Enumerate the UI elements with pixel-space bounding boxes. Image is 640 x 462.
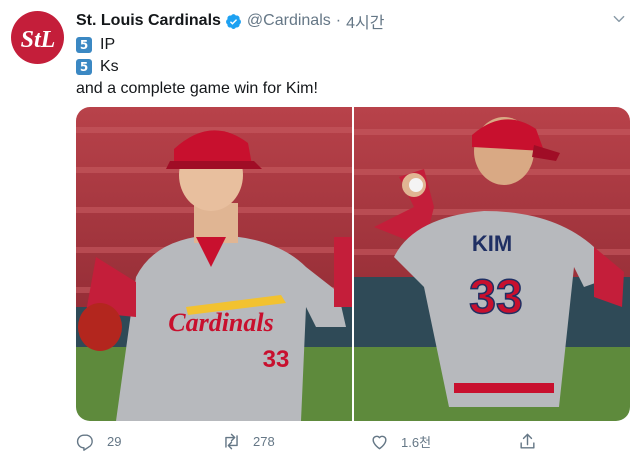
keycap-five-icon: 5 bbox=[76, 59, 92, 75]
pitcher-front-image: Cardinals 33 bbox=[76, 107, 352, 421]
display-name[interactable]: St. Louis Cardinals bbox=[76, 12, 221, 30]
like-button[interactable]: 1.6천 bbox=[370, 428, 431, 454]
retweet-icon bbox=[225, 433, 238, 449]
reply-button[interactable]: 29 bbox=[76, 428, 121, 454]
tweet-actions: 29 278 1.6천 bbox=[76, 428, 556, 454]
verified-badge-icon bbox=[225, 13, 241, 29]
photo-pitcher-front[interactable]: Cardinals 33 bbox=[76, 107, 352, 421]
photo-pitcher-back[interactable]: KIM 33 bbox=[354, 107, 630, 421]
cardinals-logo-icon: StL bbox=[20, 27, 55, 53]
share-button[interactable] bbox=[518, 428, 549, 454]
retweet-count: 278 bbox=[253, 433, 275, 449]
handle[interactable]: @Cardinals bbox=[247, 12, 331, 30]
stat-label: IP bbox=[100, 36, 116, 53]
avatar[interactable]: StL bbox=[11, 11, 64, 64]
retweet-button[interactable]: 278 bbox=[222, 428, 275, 454]
reply-count: 29 bbox=[107, 433, 122, 449]
like-count: 1.6천 bbox=[401, 434, 432, 450]
jersey-number: 33 bbox=[263, 346, 290, 373]
keycap-five-icon: 5 bbox=[76, 37, 92, 53]
svg-text:StL: StL bbox=[20, 27, 55, 53]
jersey-number: 33 bbox=[469, 271, 522, 324]
stat-line: 5 IP bbox=[76, 34, 318, 56]
jersey-lettering: Cardinals bbox=[168, 308, 274, 337]
separator-dot: · bbox=[335, 12, 342, 29]
pitcher-back-image: KIM 33 bbox=[354, 107, 630, 421]
share-icon bbox=[520, 433, 535, 449]
tweet-header: St. Louis Cardinals @Cardinals · 4시간 bbox=[76, 10, 384, 32]
reply-icon bbox=[76, 433, 93, 451]
stat-label: Ks bbox=[100, 58, 119, 75]
timestamp[interactable]: 4시간 bbox=[346, 9, 384, 33]
like-icon bbox=[372, 435, 387, 449]
jersey-name: KIM bbox=[472, 231, 512, 256]
chevron-down-icon[interactable] bbox=[612, 12, 626, 26]
stat-line: 5 Ks bbox=[76, 56, 318, 78]
tweet-card[interactable]: StL St. Louis Cardinals @Cardinals · 4시간… bbox=[0, 0, 640, 462]
photo-grid: Cardinals 33 KIM 33 bbox=[76, 107, 630, 421]
tweet-sentence: and a complete game win for Kim! bbox=[76, 80, 318, 97]
tweet-text: 5 IP 5 Ks and a complete game win for Ki… bbox=[76, 34, 318, 100]
